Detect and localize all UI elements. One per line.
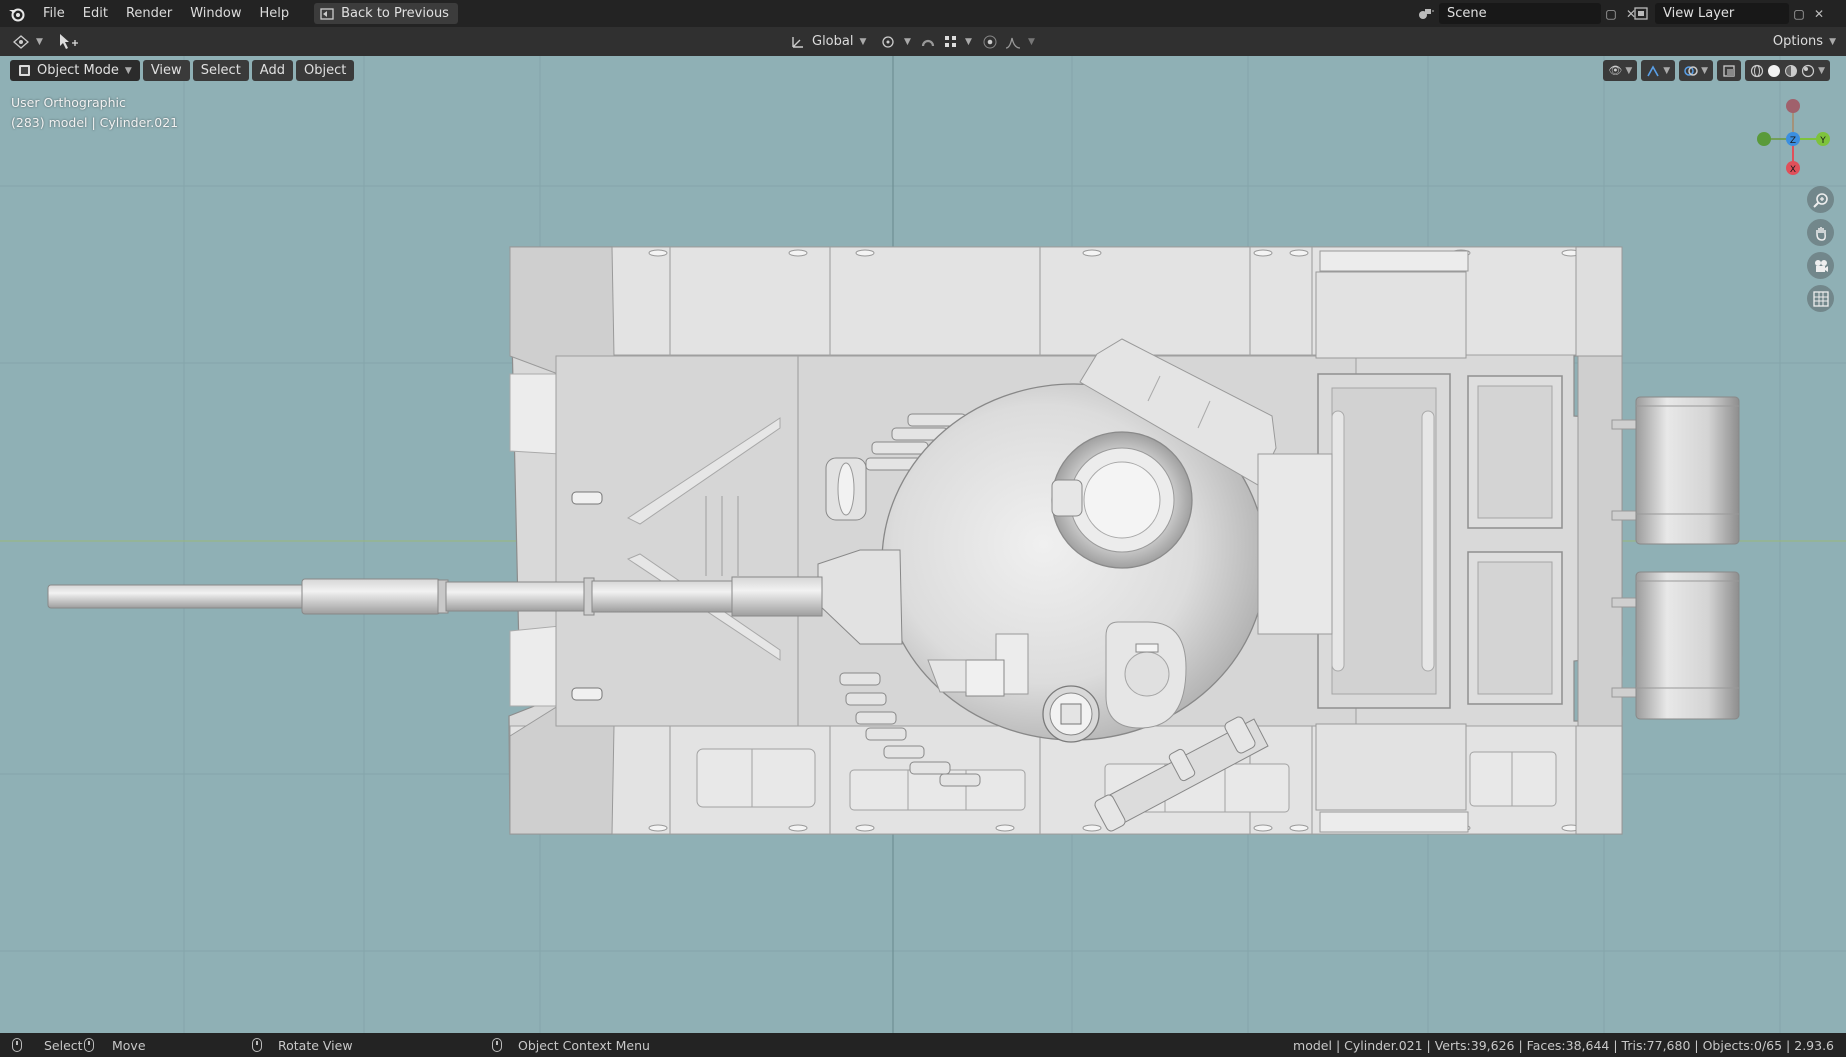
status-rotate: Rotate View [252,1033,353,1057]
mouse-left-icon [12,1038,22,1052]
proportional-editing-icon [983,35,997,48]
main-gun-barrel [47,576,823,617]
chevron-down-icon: ▼ [1028,36,1035,47]
object-mode-dropdown[interactable]: Object Mode ▼ [10,60,140,81]
view-layer-field[interactable]: View Layer [1655,3,1789,24]
status-move-label: Move [112,1037,146,1053]
back-to-previous-button[interactable]: Back to Previous [314,3,458,24]
object-mode-icon [19,65,30,76]
xray-toggle[interactable] [1717,60,1742,81]
status-context-menu: Object Context Menu [492,1033,650,1057]
visibility-dropdown[interactable]: 👁 ▼ [1603,60,1638,81]
wireframe-shading-icon [1750,64,1764,77]
menu-help[interactable]: Help [251,0,299,27]
zoom-icon[interactable] [1807,186,1834,213]
mouse-drag-icon [84,1038,94,1052]
select-menu-button[interactable]: Select [192,60,249,81]
scene-name-label: Scene [1447,6,1487,21]
shading-modes[interactable]: ▼ [1745,60,1830,81]
neg-z-axis-handle[interactable] [1786,99,1800,113]
close-view-layer-icon[interactable]: ✕ [1809,3,1829,24]
mouse-right-icon [492,1038,502,1052]
chevron-down-icon: ▼ [859,36,867,47]
status-move: Move [84,1033,146,1057]
status-rotate-label: Rotate View [278,1037,353,1053]
orthographic-grid-icon[interactable] [1807,285,1834,312]
top-menu-bar: File Edit Render Window Help Back to Pre… [0,0,1846,27]
camera-icon[interactable] [1807,252,1834,279]
menu-render[interactable]: Render [117,0,181,27]
editor-type-selector[interactable]: ▼ [12,27,43,56]
back-icon [320,7,334,20]
y-axis-label: Y [1819,136,1826,146]
viewport-shading-tools: 👁 ▼ ▼ ▼ ▼ [1603,60,1830,81]
editor-type-icon [13,34,29,49]
back-to-previous-label: Back to Previous [341,6,449,21]
options-label: Options [1772,34,1824,49]
chevron-down-icon: ▼ [904,36,911,47]
scene-icon[interactable] [1413,3,1439,24]
overlays-icon [1684,65,1698,76]
menu-edit[interactable]: Edit [74,0,117,27]
snap-controls[interactable]: ▼ [919,27,972,56]
status-context-label: Object Context Menu [518,1037,650,1053]
gizmo-toggle[interactable]: ▼ [1641,60,1676,81]
status-select: Select [12,1033,83,1057]
view-name-text: User Orthographic [11,95,126,110]
view-menu-button[interactable]: View [142,60,190,81]
magnet-icon [921,39,935,46]
options-dropdown[interactable]: Options ▼ [1773,27,1836,56]
object-info-text: (283) model | Cylinder.021 [11,115,179,130]
overlays-toggle[interactable]: ▼ [1679,60,1714,81]
transform-orientation-dropdown[interactable]: Global ▼ [790,27,866,56]
x-axis-label: X [1790,165,1796,175]
new-scene-icon[interactable]: ▢ [1601,3,1621,24]
z-axis-label: Z [1790,136,1796,146]
gizmo-icon [1647,64,1659,76]
viewport-scene [0,56,1846,1033]
solid-shading-icon [1768,64,1781,77]
scene-selector: Scene ▢ ✕ [1413,3,1641,24]
pivot-point-dropdown[interactable]: ▼ [880,27,911,56]
mouse-middle-icon [252,1038,262,1052]
pivot-icon [882,35,894,48]
status-select-label: Select [44,1037,83,1053]
view-layer-selector: View Layer ▢ ✕ [1629,3,1829,24]
scene-name-field[interactable]: Scene [1439,3,1601,24]
orientation-icon [792,36,803,48]
menu-file[interactable]: File [34,0,74,27]
blender-logo-icon[interactable] [0,0,34,27]
snap-grid-icon [945,35,956,47]
view-layer-label: View Layer [1663,6,1735,21]
chevron-down-icon: ▼ [124,65,132,76]
proportional-editing-controls[interactable]: ▼ [982,27,1035,56]
transform-orientation-label: Global [812,34,854,49]
menu-window[interactable]: Window [181,0,250,27]
view-layer-icon[interactable] [1629,3,1655,24]
viewport-header: Object Mode ▼ View Select Add Object [10,60,355,81]
fuel-drums [1611,396,1740,720]
add-menu-button[interactable]: Add [251,60,293,81]
chevron-down-icon: ▼ [36,36,43,47]
pan-hand-icon[interactable] [1807,219,1834,246]
chevron-down-icon: ▼ [1829,36,1836,47]
material-shading-icon [1785,64,1798,77]
scene-statistics: model | Cylinder.021 | Verts:39,626 | Fa… [1293,1037,1834,1053]
status-bar: Select Move Rotate View Object Context M… [0,1033,1846,1057]
tool-header: ▼ Global ▼ ▼ ▼ ▼ Options ▼ [0,27,1846,56]
falloff-curve-icon [1005,37,1021,49]
select-tool-icon[interactable] [58,27,80,56]
navigation-gizmo[interactable]: Z Y X [1748,92,1838,182]
eye-icon: 👁 [1608,64,1623,77]
rendered-shading-icon [1801,64,1815,77]
neg-y-axis-handle[interactable] [1757,132,1771,146]
xray-icon [1723,64,1735,77]
chevron-down-icon: ▼ [965,36,972,47]
object-menu-button[interactable]: Object [295,60,355,81]
3d-viewport[interactable]: Object Mode ▼ View Select Add Object Use… [0,56,1846,1033]
object-mode-label: Object Mode [37,63,119,78]
new-view-layer-icon[interactable]: ▢ [1789,3,1809,24]
